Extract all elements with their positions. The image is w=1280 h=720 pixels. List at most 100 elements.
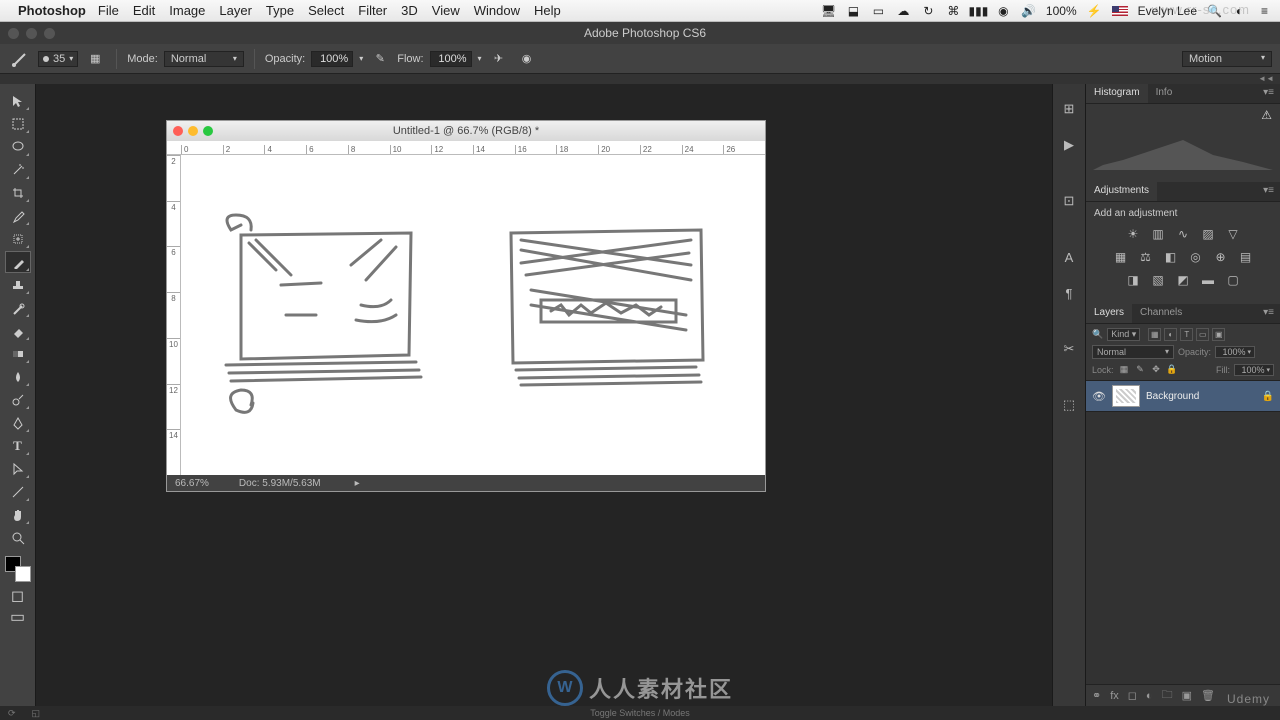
menu-help[interactable]: Help xyxy=(534,3,561,18)
menu-filter[interactable]: Filter xyxy=(358,3,387,18)
adjustment-layer-icon[interactable]: ◐ xyxy=(1146,690,1153,702)
close-icon[interactable] xyxy=(173,126,183,136)
zoom-level[interactable]: 66.67% xyxy=(175,478,209,489)
tab-adjustments[interactable]: Adjustments xyxy=(1086,182,1157,201)
warning-icon[interactable]: ⚠ xyxy=(1261,108,1272,122)
new-layer-icon[interactable]: ▣ xyxy=(1182,689,1192,702)
layer-style-icon[interactable]: fx xyxy=(1110,690,1119,702)
menu-image[interactable]: Image xyxy=(169,3,205,18)
layer-blend-select[interactable]: Normal▾ xyxy=(1092,345,1174,359)
layer-name[interactable]: Background xyxy=(1146,391,1256,402)
adj-gradientmap-icon[interactable]: ▬ xyxy=(1199,271,1217,289)
cloud-icon[interactable]: ☁ xyxy=(896,3,911,18)
dock-play-icon[interactable]: ▶ xyxy=(1058,134,1080,156)
adj-threshold-icon[interactable]: ◩ xyxy=(1174,271,1192,289)
opacity-dropdown-icon[interactable]: ▾ xyxy=(359,54,363,63)
hand-tool[interactable] xyxy=(5,504,31,526)
bluetooth-icon[interactable]: ⌘ xyxy=(946,3,961,18)
adj-hue-icon[interactable]: ▦ xyxy=(1112,248,1130,266)
group-icon[interactable]: 🗀 xyxy=(1162,686,1173,705)
color-swatches[interactable] xyxy=(5,556,31,582)
adj-invert-icon[interactable]: ◨ xyxy=(1124,271,1142,289)
dock-paragraph-icon[interactable]: ¶ xyxy=(1058,282,1080,304)
brush-preset-picker[interactable]: 35▾ xyxy=(38,51,78,67)
history-brush-tool[interactable] xyxy=(5,297,31,319)
screenmode-icon[interactable]: ▭ xyxy=(5,608,31,626)
canvas[interactable] xyxy=(181,155,765,475)
adj-levels-icon[interactable]: ▥ xyxy=(1149,225,1167,243)
pressure-size-icon[interactable]: ◉ xyxy=(516,48,538,70)
eraser-tool[interactable] xyxy=(5,320,31,342)
tab-layers[interactable]: Layers xyxy=(1086,304,1132,323)
adj-selective-icon[interactable]: ▢ xyxy=(1224,271,1242,289)
menu-3d[interactable]: 3D xyxy=(401,3,418,18)
filter-adjust-icon[interactable]: ◐ xyxy=(1164,328,1177,341)
panel-collapse-bar[interactable]: ◄◄ xyxy=(0,74,1280,84)
filter-kind-select[interactable]: Kind ▾ xyxy=(1107,328,1140,341)
filter-type-icon[interactable]: T xyxy=(1180,328,1193,341)
eyedropper-tool[interactable] xyxy=(5,205,31,227)
layer-row[interactable]: 👁 Background 🔒 xyxy=(1086,380,1280,412)
doc-size[interactable]: Doc: 5.93M/5.63M xyxy=(239,478,321,489)
adj-colorbalance-icon[interactable]: ⚖ xyxy=(1137,248,1155,266)
adj-photofilter-icon[interactable]: ◎ xyxy=(1187,248,1205,266)
pressure-opacity-icon[interactable]: ✎ xyxy=(369,48,391,70)
visibility-icon[interactable]: 👁 xyxy=(1092,390,1106,403)
timemachine-icon[interactable]: ↻ xyxy=(921,3,936,18)
battery-icon[interactable]: ▮▮▮ xyxy=(971,3,986,18)
stamp-tool[interactable] xyxy=(5,274,31,296)
adjustments-menu-icon[interactable]: ▾≡ xyxy=(1257,182,1280,201)
path-select-tool[interactable] xyxy=(5,458,31,480)
brush-panel-icon[interactable]: ▦ xyxy=(84,48,106,70)
lock-all-icon[interactable]: 🔒 xyxy=(1166,363,1179,376)
lock-position-icon[interactable]: ✥ xyxy=(1150,363,1163,376)
dock-scissors-icon[interactable]: ✂ xyxy=(1058,338,1080,360)
adj-bw-icon[interactable]: ◧ xyxy=(1162,248,1180,266)
brush-tool[interactable] xyxy=(5,251,31,273)
adj-brightness-icon[interactable]: ☀ xyxy=(1124,225,1142,243)
horizontal-ruler[interactable]: 02468101214161820222426 xyxy=(167,141,765,155)
filter-pixel-icon[interactable]: ▦ xyxy=(1148,328,1161,341)
minimize-icon[interactable] xyxy=(188,126,198,136)
adj-posterize-icon[interactable]: ▧ xyxy=(1149,271,1167,289)
filter-shape-icon[interactable]: ▭ xyxy=(1196,328,1209,341)
sync-icon[interactable]: ⟳ xyxy=(8,708,16,719)
current-tool-icon[interactable] xyxy=(8,47,32,71)
input-flag-icon[interactable] xyxy=(1112,6,1128,16)
layer-mask-icon[interactable]: ◻ xyxy=(1128,689,1137,702)
wifi-icon[interactable]: ◉ xyxy=(996,3,1011,18)
flow-input[interactable]: 100% xyxy=(430,51,472,67)
tab-channels[interactable]: Channels xyxy=(1132,304,1190,323)
menu-file[interactable]: File xyxy=(98,3,119,18)
dock-3d-icon[interactable]: ⬚ xyxy=(1058,394,1080,416)
maximize-icon[interactable] xyxy=(203,126,213,136)
adj-channelmixer-icon[interactable]: ⊕ xyxy=(1212,248,1230,266)
airbrush-icon[interactable]: ✈ xyxy=(488,48,510,70)
vertical-ruler[interactable]: 2468101214 xyxy=(167,155,181,475)
blend-mode-select[interactable]: Normal▾ xyxy=(164,51,244,67)
tab-histogram[interactable]: Histogram xyxy=(1086,84,1148,103)
healing-tool[interactable] xyxy=(5,228,31,250)
menu-view[interactable]: View xyxy=(432,3,460,18)
dock-histogram-icon[interactable]: ⊞ xyxy=(1058,98,1080,120)
status-arrow-icon[interactable]: ▸ xyxy=(355,478,360,489)
crop-tool[interactable] xyxy=(5,182,31,204)
link-layers-icon[interactable]: ⚭ xyxy=(1092,689,1101,702)
quickmask-icon[interactable]: ◻ xyxy=(5,587,31,605)
type-tool[interactable]: T xyxy=(5,435,31,457)
lock-pixels-icon[interactable]: ✎ xyxy=(1134,363,1147,376)
shape-tool[interactable] xyxy=(5,481,31,503)
layer-fill-input[interactable]: 100%▾ xyxy=(1234,364,1274,376)
lasso-tool[interactable] xyxy=(5,136,31,158)
mb-icon[interactable]: ◱ xyxy=(32,708,41,719)
lock-transparent-icon[interactable]: ▦ xyxy=(1118,363,1131,376)
layers-menu-icon[interactable]: ▾≡ xyxy=(1257,304,1280,323)
menu-edit[interactable]: Edit xyxy=(133,3,155,18)
traffic-lights[interactable] xyxy=(8,28,55,39)
dodge-tool[interactable] xyxy=(5,389,31,411)
delete-layer-icon[interactable]: 🗑 xyxy=(1201,689,1215,702)
menu-window[interactable]: Window xyxy=(474,3,520,18)
marquee-tool[interactable] xyxy=(5,113,31,135)
adj-vibrance-icon[interactable]: ▽ xyxy=(1224,225,1242,243)
move-tool[interactable] xyxy=(5,90,31,112)
